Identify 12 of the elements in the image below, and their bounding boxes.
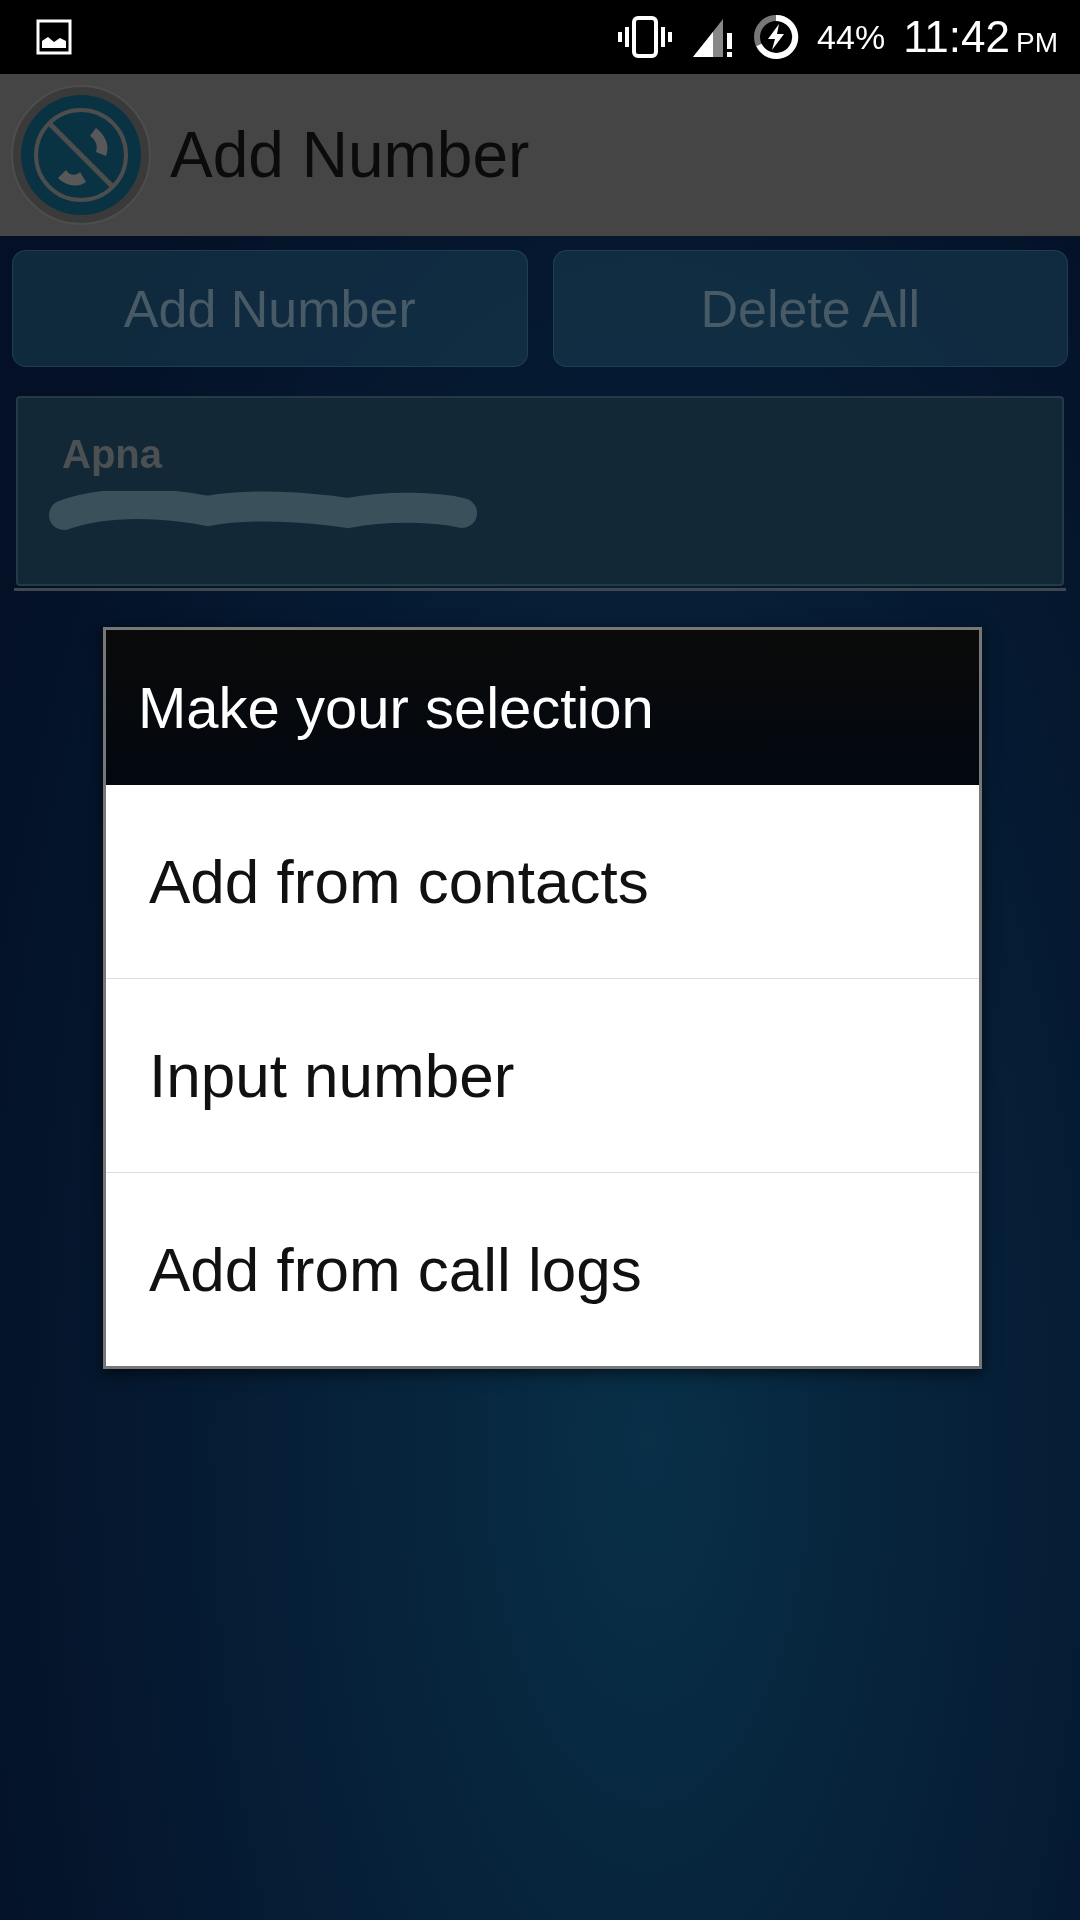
battery-percentage: 44% [817,17,886,57]
menu-option[interactable]: Add from contacts [106,785,979,978]
vibrate-icon [617,15,674,59]
gallery-icon [36,19,72,55]
clock: 11:42 PM [903,12,1058,62]
menu-option[interactable]: Input number [106,978,979,1172]
screen-title: Add Number [170,118,530,192]
dialog-title: Make your selection [138,674,654,741]
menu-option[interactable]: Add from call logs [106,1172,979,1366]
contact-name: Apna [62,432,164,477]
phone-logo-icon [10,84,152,226]
battery-charging-icon [753,14,800,60]
